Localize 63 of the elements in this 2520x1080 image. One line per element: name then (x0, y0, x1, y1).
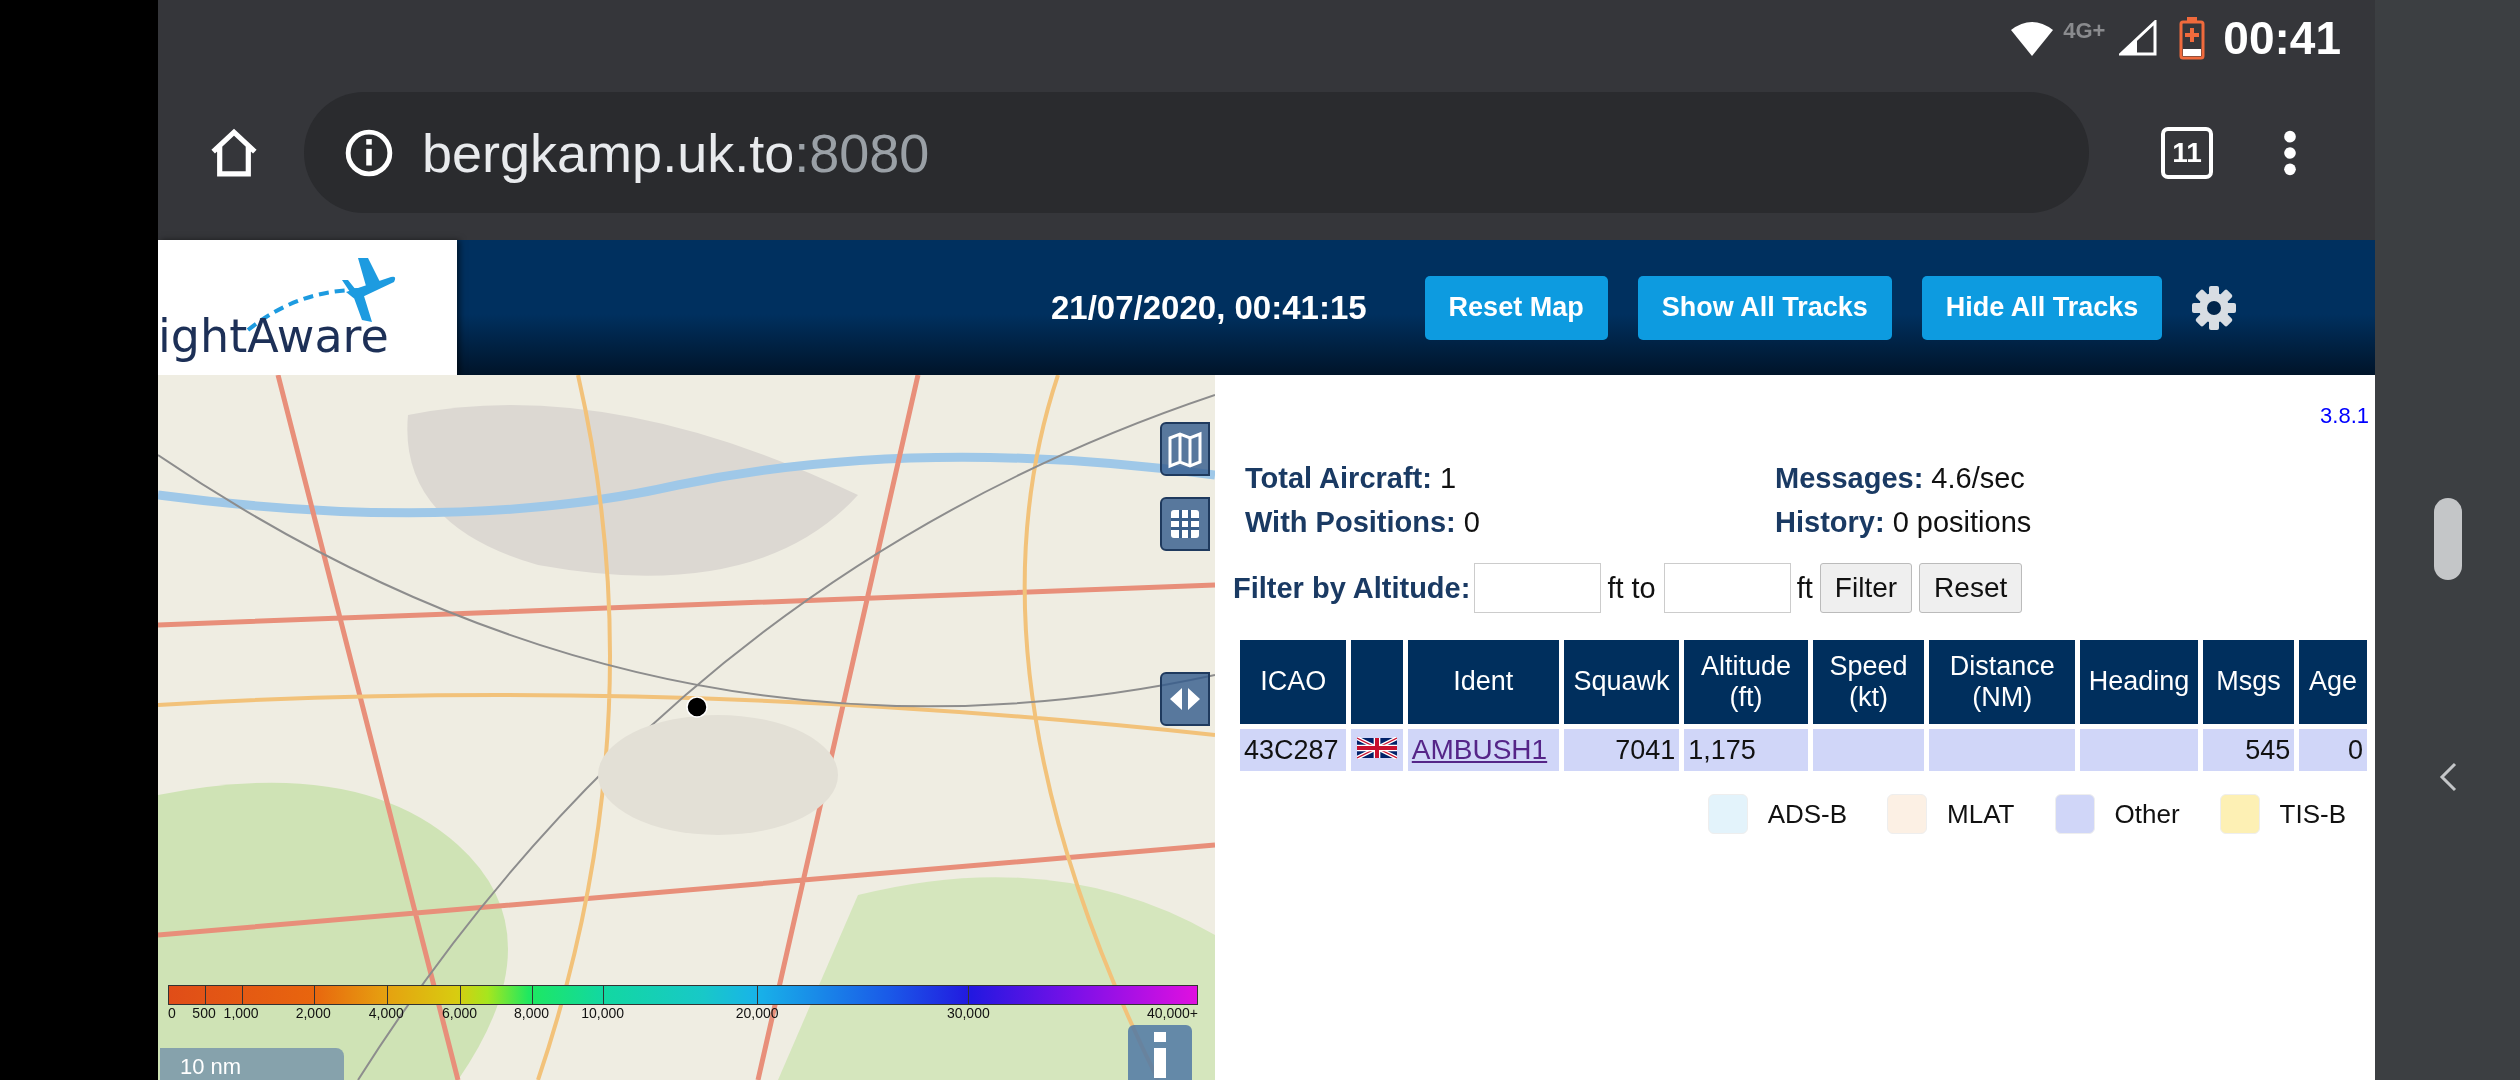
table-cell: 0 (2299, 729, 2367, 771)
wifi-icon (2009, 19, 2056, 56)
signal-icon (2119, 19, 2158, 56)
legend-label: Other (2114, 798, 2180, 830)
legend-label: TIS-B (2279, 798, 2346, 830)
column-header[interactable]: Age (2299, 640, 2367, 724)
url-text: bergkamp.uk.to:8080 (422, 121, 930, 184)
altitude-label: 0 (168, 1005, 176, 1021)
flag-icon (1357, 736, 1398, 759)
column-header[interactable]: Heading (2080, 640, 2198, 724)
network-type: 4G+ (2063, 17, 2106, 44)
column-header[interactable]: Ident (1407, 640, 1559, 724)
tab-count-button[interactable]: 11 (2161, 126, 2213, 179)
toggle-panel-button[interactable] (1160, 672, 1210, 726)
column-header[interactable]: Speed (kt) (1812, 640, 1925, 724)
min-altitude-field[interactable] (1474, 563, 1602, 613)
table-cell: 43C287 (1240, 729, 1347, 771)
info-icon[interactable] (344, 127, 394, 178)
settings-icon[interactable] (2190, 283, 2239, 332)
clock: 00:41 (2223, 10, 2341, 65)
stat-text: History: 0 positions (1775, 506, 2033, 539)
column-header[interactable]: Squawk (1563, 640, 1680, 724)
stat-text: Total Aircraft: 1 (1245, 462, 1458, 495)
stat-text: With Positions: 0 (1245, 506, 1481, 539)
map-layers-button[interactable] (1160, 422, 1210, 476)
map-scale: 10 nm (160, 1048, 344, 1080)
back-chevron-icon[interactable] (2437, 761, 2458, 793)
unit-label: ft to (1607, 571, 1656, 605)
scroll-handle[interactable] (2432, 497, 2463, 581)
legend-label: ADS-B (1767, 798, 1848, 830)
altitude-label: 8,000 (514, 1005, 550, 1021)
altitude-label: 6,000 (441, 1005, 477, 1021)
table-cell: 1,175 (1684, 729, 1808, 771)
altitude-label: 4,000 (368, 1005, 404, 1021)
altitude-label: 30,000 (946, 1005, 990, 1021)
menu-icon[interactable] (2283, 128, 2297, 177)
column-header[interactable]: Msgs (2202, 640, 2295, 724)
logo-text: ightAware (158, 309, 389, 363)
filter-button[interactable]: Filter (1819, 563, 1913, 613)
column-header[interactable]: Distance (NM) (1929, 640, 2076, 724)
stat-text: Messages: 4.6/sec (1775, 462, 2026, 495)
altitude-label: 20,000 (735, 1005, 779, 1021)
altitude-label: 10,000 (581, 1005, 625, 1021)
filter-label: Filter by Altitude: (1233, 571, 1471, 605)
table-cell: 545 (2202, 729, 2295, 771)
table-grid-button[interactable] (1160, 497, 1210, 551)
unit-label: ft (1796, 571, 1813, 605)
legend-label: MLAT (1947, 798, 2015, 830)
address-bar[interactable]: bergkamp.uk.to:8080 (304, 92, 2089, 213)
filter-button[interactable]: Reset (1919, 563, 2023, 613)
column-header[interactable]: ICAO (1240, 640, 1347, 724)
location-marker (686, 696, 708, 718)
max-altitude-field[interactable] (1663, 563, 1791, 613)
info-button[interactable] (1128, 1025, 1192, 1080)
altitude-label: 40,000+ (1147, 1005, 1198, 1021)
version-number: 3.8.1 (2320, 403, 2369, 429)
table-cell: 7041 (1563, 729, 1680, 771)
altitude-label: 2,000 (295, 1005, 331, 1021)
column-header[interactable]: Altitude (ft) (1684, 640, 1808, 724)
altitude-label: 500 (192, 1005, 216, 1021)
altitude-label: 1,000 (223, 1005, 259, 1021)
date-time: 21/07/2020, 00:41:15 (1051, 288, 1367, 327)
battery-icon (2179, 15, 2206, 60)
